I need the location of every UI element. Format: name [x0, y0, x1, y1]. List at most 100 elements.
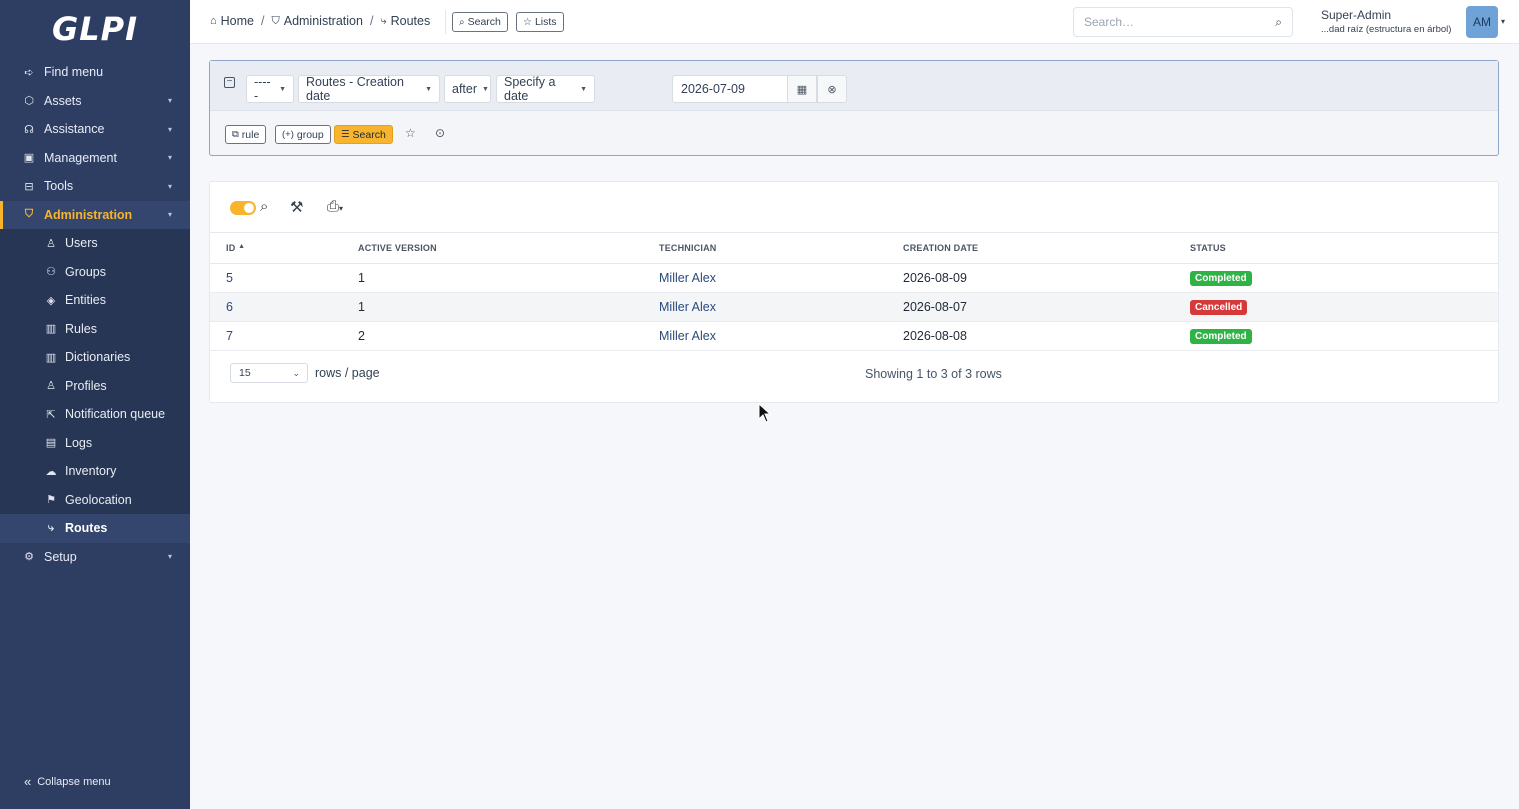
column-header-active-version[interactable]: ACTIVE VERSION: [342, 233, 643, 264]
criteria-row: − ----- ▼ Routes - Creation date ▼ after ▼ …: [210, 61, 1498, 111]
caret-down-icon: ▼: [425, 85, 432, 93]
menu-item-management[interactable]: ▣ Management ▾: [0, 144, 190, 173]
table-row: 5 1 Miller Alex 2026-08-09 Completed: [210, 263, 1498, 293]
arrow-right-icon: ➪: [24, 66, 34, 79]
search-criteria-panel: − ----- ▼ Routes - Creation date ▼ after ▼ …: [209, 60, 1499, 156]
field-select[interactable]: Routes - Creation date ▼: [298, 75, 440, 103]
chevron-down-icon[interactable]: ▾: [1501, 17, 1505, 26]
star-icon: ☆: [523, 16, 532, 28]
table-row: 7 2 Miller Alex 2026-08-08 Completed: [210, 321, 1498, 352]
reset-search-icon[interactable]: ⊙: [435, 126, 445, 140]
row-technician-link[interactable]: Miller Alex: [659, 300, 716, 314]
main-menu: ➪ Find menu ⬡ Assets ▾ ☊ Assistance ▾ ▣ …: [0, 58, 190, 571]
menu-item-label: Tools: [44, 179, 74, 194]
home-icon: ⌂: [210, 15, 217, 27]
sidebar-item-label: Rules: [65, 321, 97, 336]
menu-item-find-menu[interactable]: ➪ Find menu: [0, 58, 190, 87]
menu-item-label: Management: [44, 150, 117, 165]
column-header-creation-date[interactable]: CREATION DATE: [887, 233, 1174, 264]
cloud-download-icon: ☁: [45, 465, 57, 478]
operator-select[interactable]: after ▼: [444, 75, 491, 103]
sidebar-item-notification-queue[interactable]: ⇱ Notification queue: [0, 400, 190, 429]
user-entity: ...dad raíz (estructura en árbol): [1321, 24, 1452, 35]
row-id-link[interactable]: 7: [226, 329, 233, 343]
menu-item-tools[interactable]: ⊟ Tools ▾: [0, 172, 190, 201]
results-card: ⌕ ⚒ ⎙▾ ID ▲ ACTIVE VERSION TECHNICIAN CR…: [209, 181, 1499, 403]
display-toggle[interactable]: [230, 201, 256, 215]
sidebar-item-routes[interactable]: ⤷ Routes: [0, 514, 190, 543]
sidebar-item-label: Dictionaries: [65, 350, 131, 365]
rows-per-page-select[interactable]: 15 ⌄: [230, 363, 308, 383]
breadcrumb-routes[interactable]: Routes: [391, 14, 431, 28]
caret-down-icon: ▼: [279, 85, 286, 93]
sidebar-item-groups[interactable]: ⚇ Groups: [0, 258, 190, 287]
row-version: 1: [342, 292, 643, 323]
sidebar-item-profiles[interactable]: ♙ Profiles: [0, 372, 190, 401]
row-id-link[interactable]: 5: [226, 271, 233, 285]
add-group-button[interactable]: (+) group: [275, 125, 331, 144]
lists-button[interactable]: ☆ Lists: [516, 12, 564, 32]
column-header-id[interactable]: ID ▲: [210, 233, 342, 264]
row-technician-link[interactable]: Miller Alex: [659, 271, 716, 285]
search-icon[interactable]: ⌕: [260, 198, 268, 215]
administration-submenu: ♙ Users ⚇ Groups ◈ Entities ▥ Rules ▥ Di…: [0, 229, 190, 543]
sidebar-item-dictionaries[interactable]: ▥ Dictionaries: [0, 343, 190, 372]
menu-item-administration[interactable]: ⛉ Administration ▾: [0, 200, 190, 229]
sidebar-item-label: Entities: [65, 293, 106, 308]
chevron-down-icon: ▾: [167, 96, 172, 106]
column-header-status[interactable]: STATUS: [1174, 233, 1498, 264]
column-header-technician[interactable]: TECHNICIAN: [643, 233, 887, 264]
calendar-icon[interactable]: ▦: [787, 75, 817, 103]
sidebar-item-inventory[interactable]: ☁ Inventory: [0, 457, 190, 486]
sidebar-item-label: Groups: [65, 264, 106, 279]
user-menu[interactable]: Super-Admin ...dad raíz (estructura en á…: [1321, 8, 1451, 35]
file-export-icon[interactable]: ⎙▾: [327, 198, 343, 215]
wrench-icon[interactable]: ⚒: [290, 198, 303, 216]
breadcrumb-home[interactable]: Home: [221, 14, 254, 28]
sidebar-item-label: Geolocation: [65, 492, 132, 507]
shield-icon: ⛉: [271, 14, 280, 27]
table-header-row: ID ▲ ACTIVE VERSION TECHNICIAN CREATION …: [210, 233, 1498, 264]
clear-date-icon[interactable]: ⊗: [817, 75, 847, 103]
caret-down-icon: ▼: [482, 85, 489, 93]
results-toolbar: ⌕ ⚒ ⎙▾: [210, 182, 1498, 233]
sidebar-item-rules[interactable]: ▥ Rules: [0, 315, 190, 344]
search-submit-button[interactable]: ☰ Search: [334, 125, 393, 144]
row-date: 2026-08-08: [887, 321, 1174, 352]
top-header: ⌂ Home / ⛉ Administration / ⤷ Routes ⌕ S…: [190, 0, 1519, 44]
global-search-input[interactable]: Search… ⌕: [1073, 7, 1293, 37]
collapse-menu-button[interactable]: « Collapse menu: [24, 774, 111, 789]
header-divider: [445, 10, 446, 34]
square-plus-icon: ⧉: [232, 129, 239, 140]
row-id-link[interactable]: 6: [226, 300, 233, 314]
link-operator-select[interactable]: ----- ▼: [246, 75, 294, 103]
avatar[interactable]: AM: [1466, 6, 1498, 38]
fold-criteria-icon[interactable]: −: [224, 77, 235, 88]
sidebar-item-geolocation[interactable]: ⚑ Geolocation: [0, 486, 190, 515]
chevron-down-icon: ▾: [167, 124, 172, 134]
menu-item-label: Find menu: [44, 65, 104, 80]
box-icon: ⬡: [24, 95, 34, 108]
news-icon: ▤: [45, 437, 57, 450]
search-button[interactable]: ⌕ Search: [452, 12, 508, 32]
rows-per-page-label: rows / page: [315, 366, 380, 380]
breadcrumb-administration[interactable]: Administration: [284, 14, 363, 28]
sidebar-item-entities[interactable]: ◈ Entities: [0, 286, 190, 315]
sidebar-item-logs[interactable]: ▤ Logs: [0, 429, 190, 458]
glpi-logo[interactable]: GLPI: [0, 0, 190, 58]
menu-item-assistance[interactable]: ☊ Assistance ▾: [0, 115, 190, 144]
sidebar-item-users[interactable]: ♙ Users: [0, 229, 190, 258]
search-icon[interactable]: ⌕: [1275, 15, 1282, 30]
date-type-select[interactable]: Specify a date ▼: [496, 75, 595, 103]
route-icon: ⤷: [47, 521, 55, 534]
row-technician-link[interactable]: Miller Alex: [659, 329, 716, 343]
chevron-down-icon: ▾: [167, 153, 172, 163]
save-search-star-icon[interactable]: ☆: [405, 126, 416, 140]
date-input[interactable]: 2026-07-09: [672, 75, 788, 103]
add-rule-button[interactable]: ⧉ rule: [225, 125, 267, 144]
sidebar-item-label: Logs: [65, 435, 93, 450]
menu-item-setup[interactable]: ⚙ Setup ▾: [0, 543, 190, 572]
menu-item-assets[interactable]: ⬡ Assets ▾: [0, 87, 190, 116]
headset-icon: ☊: [24, 123, 34, 136]
search-icon: ⌕: [459, 16, 465, 28]
